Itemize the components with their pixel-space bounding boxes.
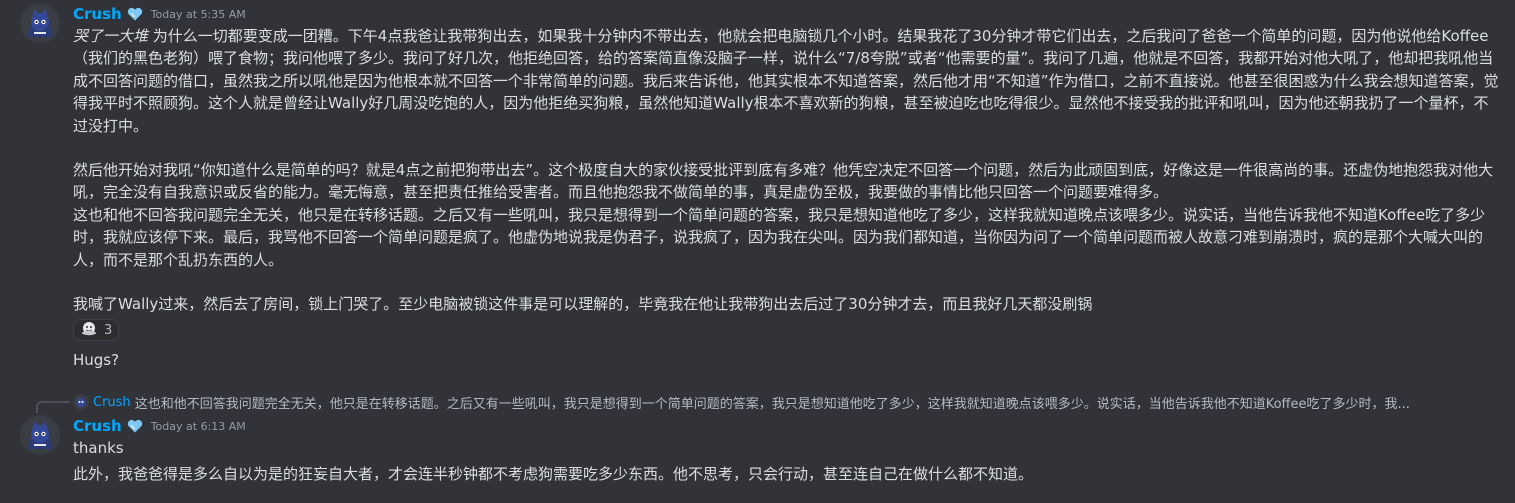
message-content: thanks 此外，我爸爸得是多么自以为是的狂妄自大者，才会连半秒钟都不考虑狗需…: [73, 437, 1503, 486]
message-paragraph: 哭了一大堆 为什么一切都要变成一团糟。下午4点我爸让我带狗出去，如果我十分钟内不…: [73, 25, 1503, 137]
username[interactable]: Crush: [73, 417, 122, 435]
avatar-character-icon: [20, 3, 60, 43]
reply-connector: [36, 401, 70, 413]
timestamp[interactable]: Today at 5:35 AM: [151, 8, 246, 21]
italic-text: 哭了一大堆: [73, 27, 149, 45]
message-header: Crush Today at 6:13 AM: [73, 415, 246, 437]
user-avatar[interactable]: [20, 415, 60, 455]
reply-avatar-icon: [73, 394, 89, 410]
message-paragraph: 然后他开始对我吼“你知道什么是简单的吗？就是4点之前把狗带出去”。这个极度自大的…: [73, 161, 1494, 202]
reply-username[interactable]: Crush: [93, 395, 131, 410]
hug-emoji-icon: [80, 320, 98, 340]
reaction-count: 3: [104, 322, 113, 338]
message-content: 哭了一大堆 为什么一切都要变成一团糟。下午4点我爸让我带狗出去，如果我十分钟内不…: [73, 25, 1503, 315]
avatar-character-icon: [20, 415, 60, 455]
user-avatar[interactable]: [20, 3, 60, 43]
message-header: Crush Today at 5:35 AM: [73, 3, 246, 25]
reaction-button[interactable]: 3: [73, 319, 120, 341]
username[interactable]: Crush: [73, 5, 122, 23]
heart-icon[interactable]: [126, 5, 144, 23]
message-paragraph: 我喊了Wally过来，然后去了房间，锁上门哭了。至少电脑被锁这件事是可以理解的，…: [73, 295, 1093, 314]
message-paragraph: Hugs?: [73, 351, 120, 369]
message-line: 此外，我爸爸得是多么自以为是的狂妄自大者，才会连半秒钟都不考虑狗需要吃多少东西。…: [73, 465, 1034, 484]
heart-icon[interactable]: [126, 417, 144, 435]
reply-preview-text[interactable]: 这也和他不回答我问题完全无关，他只是在转移话题。之后又有一些吼叫，我只是想得到一…: [135, 393, 1410, 412]
followup-message: Hugs?: [73, 349, 1503, 371]
message-line: thanks: [73, 439, 124, 457]
paragraph-text: 为什么一切都要变成一团糟。下午4点我爸让我带狗出去，如果我十分钟内不带出去，他就…: [73, 27, 1499, 135]
timestamp[interactable]: Today at 6:13 AM: [151, 420, 246, 433]
reply-reference[interactable]: Crush 这也和他不回答我问题完全无关，他只是在转移话题。之后又有一些吼叫，我…: [73, 393, 1410, 412]
message-paragraph: 这也和他不回答我问题完全无关，他只是在转移话题。之后又有一些吼叫，我只是想得到一…: [73, 205, 1486, 269]
